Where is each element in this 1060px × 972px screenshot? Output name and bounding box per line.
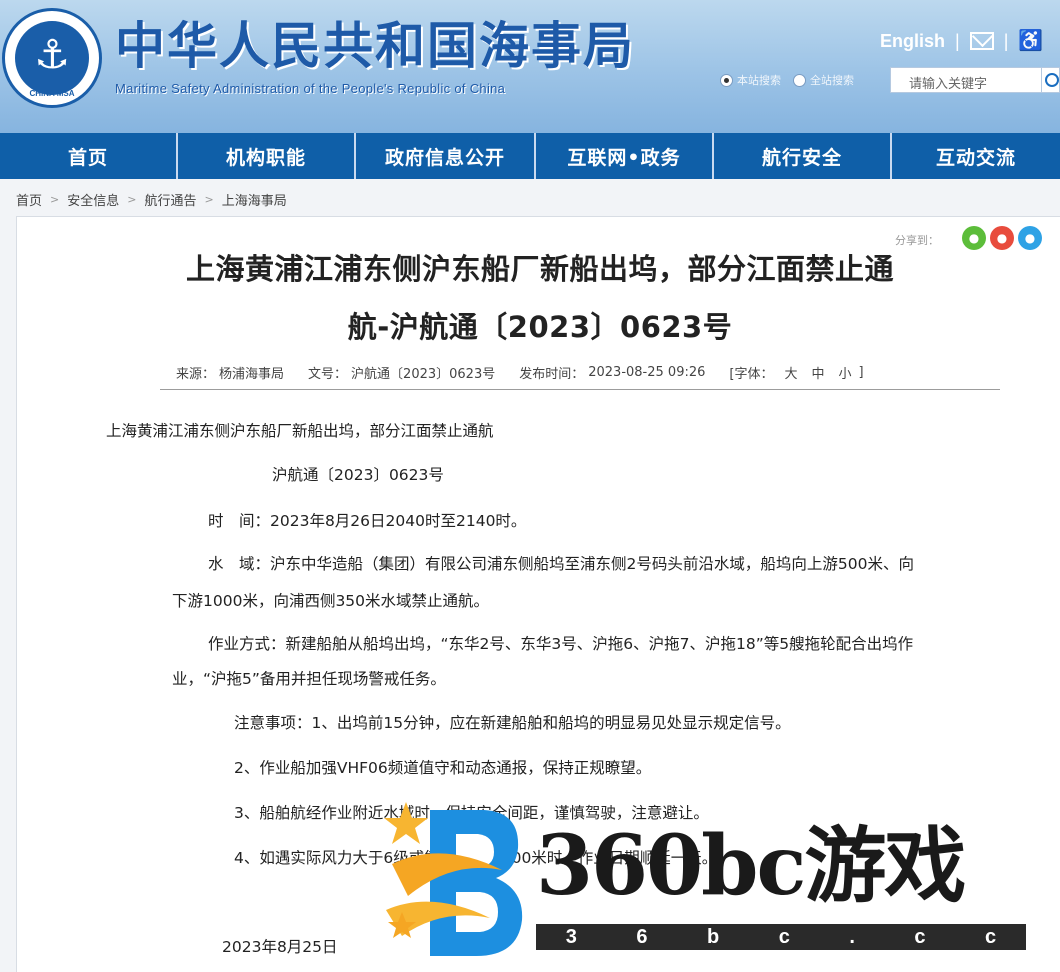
body-title: 上海黄浦江浦东侧沪东船厂新船出坞，部分江面禁止通航 [106, 422, 494, 440]
body-work-2: 业，“沪拖5”备用并担任现场警戒任务。 [172, 670, 446, 688]
body-note-2: 2、作业船加强VHF06频道值守和动态通报，保持正规瞭望。 [234, 759, 652, 777]
body-doc-no: 沪航通〔2023〕0623号 [272, 466, 444, 484]
breadcrumb-home[interactable]: 首页 [16, 190, 42, 209]
nav-item-gov-info[interactable]: 政府信息公开 [356, 133, 536, 179]
watermark-url-char: c [985, 926, 997, 948]
accessibility-icon[interactable]: ♿ [1018, 30, 1043, 52]
source-label: 来源： [176, 366, 216, 382]
site-header: ⚓ CHINA MSA 中华人民共和国海事局 Maritime Safety A… [0, 0, 1060, 133]
nav-item-home[interactable]: 首页 [0, 133, 178, 179]
watermark-text: 360bc游戏 [536, 818, 966, 914]
font-small-button[interactable]: 小 [839, 363, 852, 382]
article-title: 上海黄浦江浦东侧沪东船厂新船出坞，部分江面禁止通 航-沪航通〔2023〕0623… [100, 246, 980, 350]
search-input[interactable]: 请输入关键字 [890, 67, 1042, 93]
font-large-button[interactable]: 大 [784, 363, 797, 382]
time-label: 发布时间： [519, 366, 585, 382]
watermark-url-char: 3 [565, 926, 577, 948]
breadcrumb-shanghai-msa[interactable]: 上海海事局 [222, 190, 287, 209]
body-water-1: 水 域：沪东中华造船（集团）有限公司浦东侧船坞至浦东侧2号码头前沿水域，船坞向上… [208, 555, 914, 573]
breadcrumb-arrow: > [127, 192, 137, 206]
breadcrumb-arrow: > [204, 192, 214, 206]
body-water-2: 下游1000米，向浦西侧350米水域禁止通航。 [172, 592, 490, 610]
doc-label: 文号： [308, 366, 348, 382]
body-date: 2023年8月25日 [222, 938, 338, 956]
qzone-icon[interactable]: ● [1018, 226, 1042, 250]
msa-logo[interactable]: ⚓ CHINA MSA [2, 8, 102, 108]
top-links: English | | ♿ [880, 28, 1043, 54]
site-title: 中华人民共和国海事局 [115, 17, 635, 75]
search-icon[interactable] [1042, 67, 1060, 93]
mail-icon[interactable] [969, 32, 994, 50]
nav-item-interaction[interactable]: 互动交流 [892, 133, 1060, 179]
logo-caption: CHINA MSA [29, 89, 75, 98]
watermark-url-char: 6 [636, 926, 648, 948]
watermark-logo [384, 802, 523, 956]
watermark-url-char: b [707, 926, 720, 948]
nav-item-functions[interactable]: 机构职能 [178, 133, 356, 179]
english-link[interactable]: English [880, 31, 945, 52]
time-value: 2023-08-25 09:26 [588, 364, 706, 380]
font-size-end: ] [858, 364, 864, 380]
article-title-line2: 航-沪航通〔2023〕0623号 [347, 310, 733, 344]
doc-value: 沪航通〔2023〕0623号 [351, 366, 496, 382]
body-work-1: 作业方式：新建船舶从船坞出坞，“东华2号、东华3号、沪拖6、沪拖7、沪拖18”等… [208, 635, 914, 653]
radio-all-search-label: 全站搜索 [810, 74, 854, 87]
logo-emblem: ⚓ [15, 21, 89, 95]
separator: | [955, 30, 960, 51]
article-title-line1: 上海黄浦江浦东侧沪东船厂新船出坞，部分江面禁止通 [185, 252, 894, 286]
nav-item-navigation-safety[interactable]: 航行安全 [714, 133, 892, 179]
watermark-url: 3 6 b c . c c [536, 924, 1026, 950]
breadcrumb: 首页 > 安全信息 > 航行通告 > 上海海事局 [16, 188, 287, 210]
font-size-label: [字体： [729, 366, 774, 382]
weibo-icon[interactable]: ● [990, 226, 1014, 250]
search-scope: 本站搜索 全站搜索 [720, 68, 866, 92]
watermark-url-char: . [849, 926, 855, 948]
breadcrumb-safety-info[interactable]: 安全信息 [67, 190, 119, 209]
site-subtitle: Maritime Safety Administration of the Pe… [115, 81, 506, 96]
font-medium-button[interactable]: 中 [811, 363, 824, 382]
radio-site-search[interactable] [720, 73, 733, 87]
radio-site-search-label: 本站搜索 [737, 74, 781, 87]
body-note-1: 注意事项：1、出坞前15分钟，应在新建船舶和船坞的明显易见处显示规定信号。 [234, 714, 791, 732]
watermark-url-char: c [778, 926, 790, 948]
body-time: 时 间：2023年8月26日2040时至2140时。 [208, 512, 527, 530]
anchor-icon: ⚓ [34, 32, 70, 78]
breadcrumb-notices[interactable]: 航行通告 [144, 190, 196, 209]
meta-divider [160, 389, 1000, 390]
watermark-url-char: c [914, 926, 926, 948]
article-meta: 来源： 杨浦海事局 文号： 沪航通〔2023〕0623号 发布时间： 2023-… [176, 362, 868, 382]
source-value: 杨浦海事局 [219, 366, 285, 382]
radio-all-search[interactable] [793, 73, 806, 87]
separator: | [1003, 30, 1009, 51]
breadcrumb-arrow: > [50, 192, 60, 206]
main-nav: 首页 机构职能 政府信息公开 互联网•政务 航行安全 互动交流 [0, 133, 1060, 179]
nav-item-e-gov[interactable]: 互联网•政务 [536, 133, 714, 179]
